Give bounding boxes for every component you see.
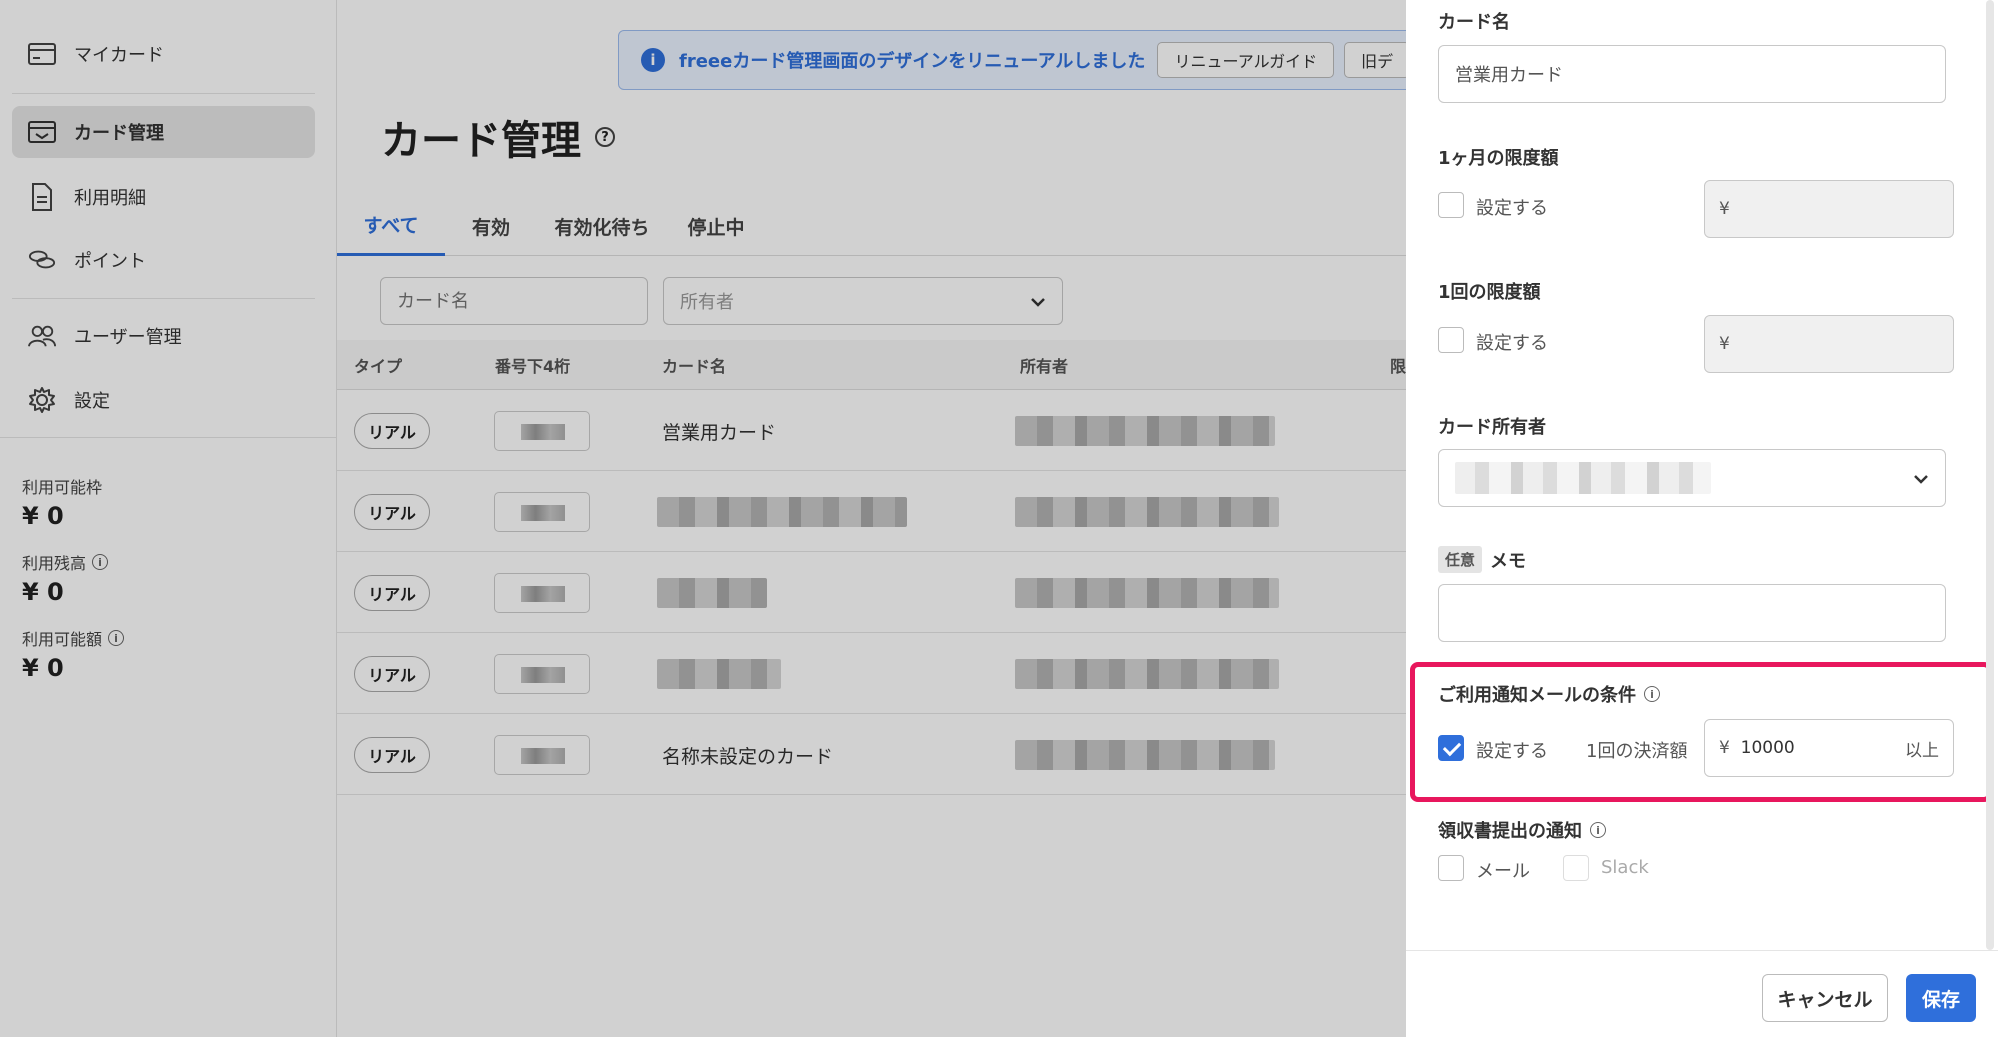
info-icon[interactable]: i xyxy=(1644,686,1660,702)
monthly-limit-checkbox-label[interactable]: 設定する xyxy=(1476,194,1548,220)
single-limit-checkbox[interactable] xyxy=(1438,327,1464,353)
card-name-label: カード名 xyxy=(1438,12,1510,33)
notify-amount-input[interactable]: ¥ 10000 以上 xyxy=(1704,719,1954,777)
card-name-input[interactable]: 営業用カード xyxy=(1438,45,1946,103)
owner-blurred xyxy=(1455,462,1711,494)
receipt-slack-checkbox[interactable] xyxy=(1563,855,1589,881)
notify-condition-label: ご利用通知メールの条件 i xyxy=(1438,681,1660,707)
receipt-slack-label[interactable]: Slack xyxy=(1601,857,1649,878)
single-limit-input[interactable]: ¥ xyxy=(1704,315,1954,373)
memo-label: 任意 メモ xyxy=(1438,546,1526,573)
receipt-mail-label[interactable]: メール xyxy=(1476,857,1530,883)
chevron-down-icon xyxy=(1913,468,1929,489)
info-icon[interactable]: i xyxy=(1590,822,1606,838)
card-owner-select[interactable] xyxy=(1438,449,1946,507)
card-edit-drawer: カード名 営業用カード 1ヶ月の限度額 設定する ¥ 1回の限度額 設定する ¥… xyxy=(1406,0,1998,1037)
save-button[interactable]: 保存 xyxy=(1906,974,1976,1022)
cancel-button[interactable]: キャンセル xyxy=(1762,974,1888,1022)
notify-per-payment-label: 1回の決済額 xyxy=(1586,741,1688,762)
optional-badge: 任意 xyxy=(1438,546,1483,573)
notify-checkbox[interactable] xyxy=(1438,735,1464,761)
single-limit-label: 1回の限度額 xyxy=(1438,282,1541,303)
yen-symbol: ¥ xyxy=(1719,738,1730,758)
receipt-notify-label: 領収書提出の通知 i xyxy=(1438,817,1606,843)
receipt-mail-checkbox[interactable] xyxy=(1438,855,1464,881)
notify-amount-value: 10000 xyxy=(1740,738,1795,758)
monthly-limit-input[interactable]: ¥ xyxy=(1704,180,1954,238)
yen-symbol: ¥ xyxy=(1719,334,1730,354)
monthly-limit-checkbox[interactable] xyxy=(1438,192,1464,218)
card-owner-label: カード所有者 xyxy=(1438,417,1546,438)
modal-backdrop[interactable] xyxy=(0,0,1406,1037)
notify-amount-value-wrap: ¥ 10000 xyxy=(1719,738,1795,758)
monthly-limit-label: 1ヶ月の限度額 xyxy=(1438,148,1559,169)
single-limit-checkbox-label[interactable]: 設定する xyxy=(1476,329,1548,355)
yen-symbol: ¥ xyxy=(1719,199,1730,219)
notify-checkbox-label[interactable]: 設定する xyxy=(1476,737,1548,763)
drawer-footer: キャンセル 保存 xyxy=(1406,950,1998,1037)
notify-amount-suffix: 以上 xyxy=(1905,740,1939,761)
drawer-scrollbar[interactable] xyxy=(1986,0,1994,950)
memo-input[interactable] xyxy=(1438,584,1946,642)
